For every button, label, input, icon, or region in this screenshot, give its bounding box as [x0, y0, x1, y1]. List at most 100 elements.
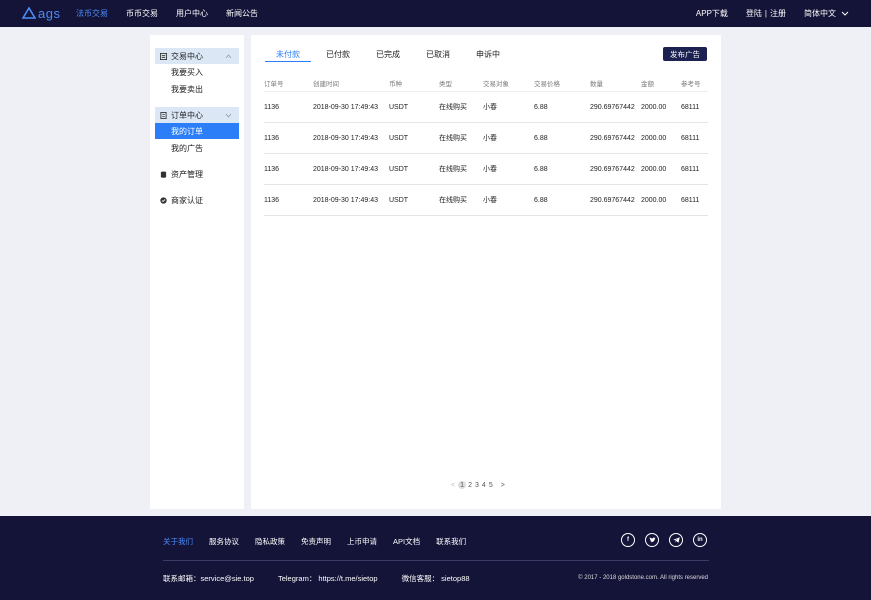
footer-link-terms[interactable]: 服务协议 — [209, 536, 239, 547]
app-download-link[interactable]: APP下载 — [696, 8, 728, 19]
cell-reference: 68111 — [681, 91, 708, 123]
column-header-order-id: 订单号 — [264, 75, 313, 92]
telegram-icon[interactable] — [669, 533, 683, 547]
sidebar-group-order-center[interactable]: 订单中心 — [155, 107, 239, 123]
cell-counterparty: 小春 — [483, 153, 534, 185]
footer-link-contact[interactable]: 联系我们 — [436, 536, 466, 547]
sidebar-item-label: 我的订单 — [171, 126, 203, 136]
cell-amount: 2000.00 — [641, 153, 681, 185]
cell-quantity: 290.69767442 — [590, 122, 641, 154]
cell-currency: USDT — [389, 153, 439, 185]
pagination-page[interactable]: 4 — [482, 482, 486, 489]
column-header-reference: 参考号 — [681, 75, 708, 92]
pagination-page[interactable]: 5 — [489, 482, 493, 489]
pagination-page[interactable]: 2 — [468, 482, 472, 489]
linkedin-icon[interactable]: in — [693, 533, 707, 547]
copyright-text: © 2017 - 2018 goldstone.com. All rights … — [578, 575, 708, 581]
orders-table: 订单号 创建时间 币种 类型 交易对象 交易价格 数量 金额 参考号 1136 … — [264, 75, 708, 216]
cell-created-time: 2018-09-30 17:49:43 — [313, 184, 389, 216]
nav-fiat-trade[interactable]: 法币交易 — [76, 8, 108, 19]
footer-link-disclaimer[interactable]: 免责声明 — [301, 536, 331, 547]
footer-link-listing[interactable]: 上币申请 — [347, 536, 377, 547]
sidebar-item-merchant[interactable]: 商家认证 — [155, 192, 239, 208]
sidebar-item-label: 我要买入 — [171, 67, 203, 77]
sidebar-item-label: 我要卖出 — [171, 84, 203, 94]
badge-icon — [160, 196, 167, 204]
footer: 关于我们 服务协议 隐私政策 免责声明 上币申请 API文档 联系我们 f in… — [0, 516, 871, 600]
table-row[interactable]: 1136 2018-09-30 17:49:43 USDT 在线购买 小春 6.… — [264, 91, 708, 123]
pagination-next-button[interactable]: > — [501, 482, 505, 489]
cell-price: 6.88 — [534, 122, 590, 154]
cell-created-time: 2018-09-30 17:49:43 — [313, 122, 389, 154]
cell-order-id: 1136 — [264, 153, 313, 185]
cell-price: 6.88 — [534, 153, 590, 185]
logo-icon — [22, 7, 36, 19]
logo-text: ags — [38, 5, 61, 21]
facebook-icon[interactable]: f — [621, 533, 635, 547]
footer-divider — [163, 560, 709, 561]
column-header-type: 类型 — [439, 75, 483, 92]
cell-type: 在线购买 — [439, 122, 483, 154]
tab-cancelled[interactable]: 已取消 — [424, 49, 452, 61]
footer-link-api[interactable]: API文档 — [393, 536, 420, 547]
tab-paid[interactable]: 已付款 — [324, 49, 352, 61]
cell-currency: USDT — [389, 122, 439, 154]
logo[interactable]: ags — [22, 5, 61, 21]
chevron-down-icon — [841, 11, 849, 16]
cell-price: 6.88 — [534, 184, 590, 216]
sidebar-item-my-ads[interactable]: 我的广告 — [155, 140, 239, 156]
sidebar-item-assets[interactable]: 资产管理 — [155, 166, 239, 182]
cell-price: 6.88 — [534, 91, 590, 123]
column-header-quantity: 数量 — [590, 75, 641, 92]
pagination: < 1 2 3 4 5 > — [451, 481, 508, 489]
cell-type: 在线购买 — [439, 184, 483, 216]
cell-currency: USDT — [389, 184, 439, 216]
contact-email: 联系邮箱：service@sie.top — [163, 574, 254, 583]
cell-amount: 2000.00 — [641, 122, 681, 154]
footer-contacts: 联系邮箱：service@sie.top Telegram： https://t… — [163, 573, 494, 584]
top-navigation-bar: ags 法币交易 币币交易 用户中心 新闻公告 APP下载 登陆 | 注册 简体… — [0, 0, 871, 27]
nav-news[interactable]: 新闻公告 — [226, 8, 258, 19]
sidebar-item-sell[interactable]: 我要卖出 — [155, 81, 239, 97]
publish-ad-button[interactable]: 发布广告 — [663, 47, 707, 61]
cell-reference: 68111 — [681, 122, 708, 154]
register-link[interactable]: 注册 — [770, 8, 786, 19]
twitter-icon[interactable] — [645, 533, 659, 547]
tab-completed[interactable]: 已完成 — [374, 49, 402, 61]
sidebar-item-label: 我的广告 — [171, 143, 203, 153]
column-header-counterparty: 交易对象 — [483, 75, 534, 92]
trade-center-icon — [160, 52, 167, 60]
cell-type: 在线购买 — [439, 91, 483, 123]
pagination-current-page[interactable]: 1 — [458, 481, 467, 489]
social-links: f in — [621, 533, 717, 547]
cell-counterparty: 小春 — [483, 91, 534, 123]
column-header-created-time: 创建时间 — [313, 75, 389, 92]
tab-unpaid[interactable]: 未付款 — [265, 49, 311, 62]
sidebar-group-trade-center[interactable]: 交易中心 — [155, 48, 239, 64]
nav-user-center[interactable]: 用户中心 — [176, 8, 208, 19]
pagination-page[interactable]: 3 — [475, 482, 479, 489]
cell-order-id: 1136 — [264, 122, 313, 154]
sidebar-item-buy[interactable]: 我要买入 — [155, 64, 239, 80]
table-row[interactable]: 1136 2018-09-30 17:49:43 USDT 在线购买 小春 6.… — [264, 122, 708, 154]
footer-links: 关于我们 服务协议 隐私政策 免责声明 上币申请 API文档 联系我们 — [163, 536, 482, 547]
order-center-icon — [160, 111, 167, 119]
chevron-up-icon — [225, 54, 232, 59]
footer-link-privacy[interactable]: 隐私政策 — [255, 536, 285, 547]
header-actions: APP下载 登陆 | 注册 简体中文 — [696, 0, 849, 27]
footer-link-about[interactable]: 关于我们 — [163, 536, 193, 547]
table-row[interactable]: 1136 2018-09-30 17:49:43 USDT 在线购买 小春 6.… — [264, 184, 708, 216]
sidebar-item-my-orders[interactable]: 我的订单 — [155, 123, 239, 139]
contact-telegram: Telegram： https://t.me/sietop — [277, 574, 378, 583]
nav-coin-trade[interactable]: 币币交易 — [126, 8, 158, 19]
pagination-prev-button[interactable]: < — [451, 482, 455, 489]
login-link[interactable]: 登陆 — [746, 8, 762, 19]
cell-type: 在线购买 — [439, 153, 483, 185]
sidebar-item-label: 资产管理 — [171, 169, 203, 179]
language-selector[interactable]: 简体中文 — [804, 8, 849, 19]
contact-wechat: 微信客服： sietop88 — [401, 574, 470, 583]
table-row[interactable]: 1136 2018-09-30 17:49:43 USDT 在线购买 小春 6.… — [264, 153, 708, 185]
cell-order-id: 1136 — [264, 184, 313, 216]
tab-appealing[interactable]: 申诉中 — [474, 49, 502, 61]
cell-quantity: 290.69767442 — [590, 153, 641, 185]
